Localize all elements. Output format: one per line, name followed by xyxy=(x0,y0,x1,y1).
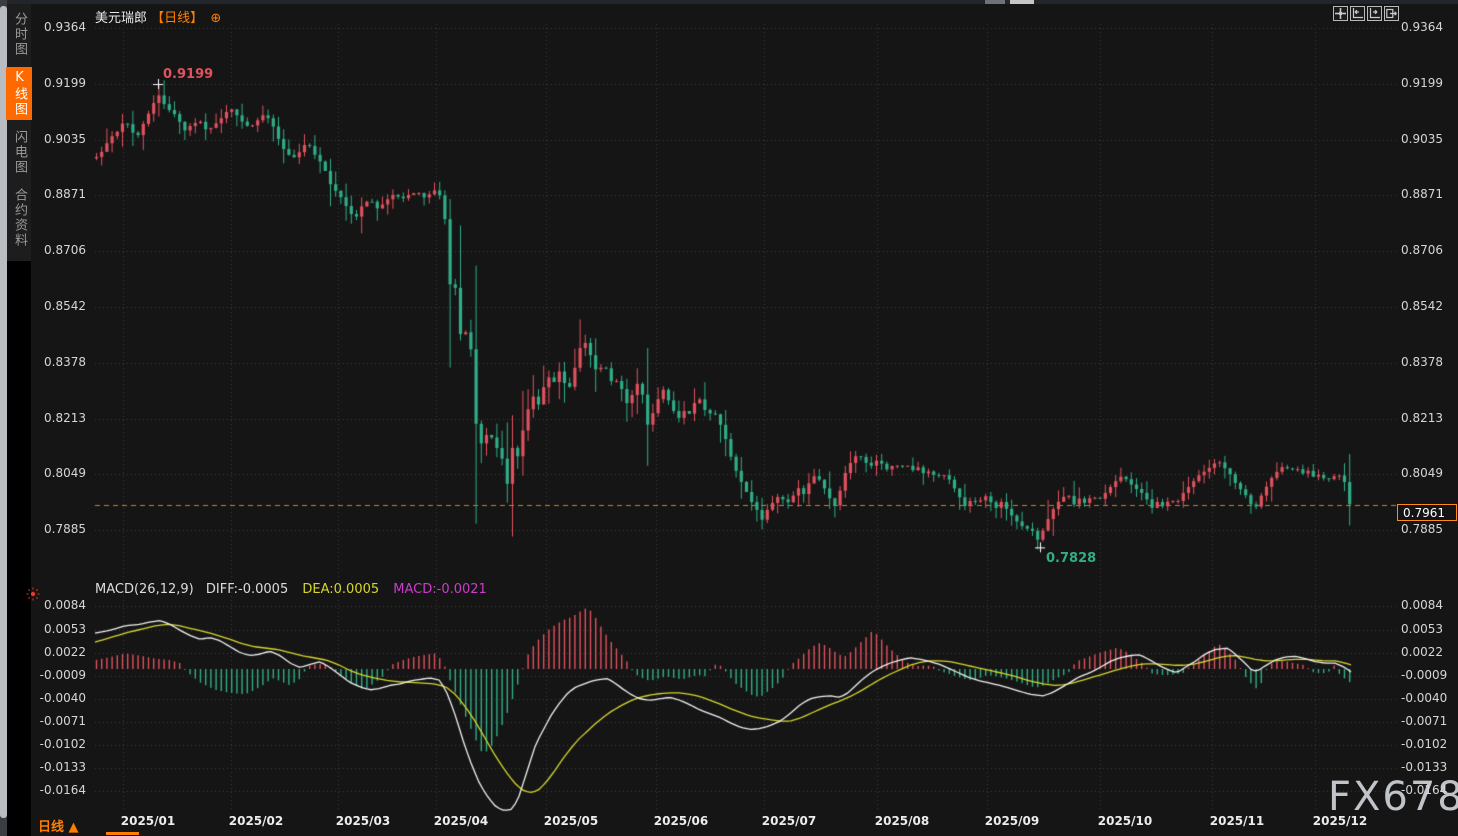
price-axis-tick-right: 0.8378 xyxy=(1401,354,1443,369)
macd-axis-tick-right: -0.0164 xyxy=(1401,783,1448,798)
macd-axis-tick-right: 0.0053 xyxy=(1401,621,1443,636)
price-axis-tick-right: 0.7885 xyxy=(1401,522,1443,537)
price-axis-tick-left: 0.8049 xyxy=(44,466,86,481)
macd-axis-tick-left: -0.0040 xyxy=(39,690,86,705)
price-axis-tick-left: 0.7885 xyxy=(44,522,86,537)
macd-diff-value: DIFF:-0.0005 xyxy=(205,582,289,597)
price-axis-tick-left: 0.9199 xyxy=(44,76,86,90)
price-axis-tick-left: 0.8378 xyxy=(44,354,86,369)
macd-axis-tick-left: -0.0133 xyxy=(39,760,86,775)
price-axis-tick-right: 0.8542 xyxy=(1401,299,1443,314)
macd-axis-tick-left: -0.0102 xyxy=(39,737,86,751)
candlestick-macd-chart-canvas[interactable] xyxy=(0,0,1458,836)
price-axis-tick-left: 0.8706 xyxy=(44,243,86,258)
macd-axis-tick-right: 0.0084 xyxy=(1401,598,1443,613)
macd-axis-tick-left: 0.0022 xyxy=(44,644,86,659)
price-axis-tick-right: 0.8213 xyxy=(1401,410,1443,425)
macd-axis-tick-left: -0.0164 xyxy=(39,783,86,798)
price-axis-tick-left: 0.8871 xyxy=(44,187,86,202)
macd-axis-tick-right: -0.0009 xyxy=(1401,667,1448,682)
price-axis-tick-right: 0.8049 xyxy=(1401,466,1443,481)
current-price-tag: 0.7961 xyxy=(1397,504,1457,521)
macd-axis-tick-left: 0.0084 xyxy=(44,598,86,613)
macd-legend: MACD(26,12,9) DIFF:-0.0005 DEA:0.0005 MA… xyxy=(95,582,487,597)
macd-axis-tick-right: -0.0071 xyxy=(1401,713,1448,728)
macd-axis-tick-left: -0.0009 xyxy=(39,667,86,682)
macd-axis-tick-right: 0.0022 xyxy=(1401,644,1443,659)
macd-macd-value: MACD:-0.0021 xyxy=(393,582,487,597)
price-axis-tick-left: 0.9364 xyxy=(44,20,86,34)
macd-dea-value: DEA:0.0005 xyxy=(302,582,380,597)
price-axis-tick-left: 0.8213 xyxy=(44,410,86,425)
macd-axis-tick-left: -0.0071 xyxy=(39,713,86,728)
macd-axis-tick-right: -0.0102 xyxy=(1401,737,1448,751)
price-axis-tick-right: 0.9364 xyxy=(1401,20,1443,34)
price-axis-tick-right: 0.8706 xyxy=(1401,243,1443,258)
price-axis-tick-left: 0.9035 xyxy=(44,131,86,146)
price-axis-tick-right: 0.9035 xyxy=(1401,131,1443,146)
chart-app: 分时图K线图闪电图合约资料 美元瑞郎 【日线】 ⊕ 0.93640.93640.… xyxy=(0,0,1458,836)
indicator-settings-sun-icon[interactable] xyxy=(26,586,40,601)
price-axis-tick-left: 0.8542 xyxy=(44,299,86,314)
price-axis-tick-right: 0.8871 xyxy=(1401,187,1443,202)
macd-indicator-name: MACD(26,12,9) xyxy=(95,582,194,597)
macd-axis-tick-right: -0.0133 xyxy=(1401,760,1448,775)
price-axis-tick-right: 0.9199 xyxy=(1401,76,1443,90)
macd-axis-tick-right: -0.0040 xyxy=(1401,690,1448,705)
macd-axis-tick-left: 0.0053 xyxy=(44,621,86,636)
